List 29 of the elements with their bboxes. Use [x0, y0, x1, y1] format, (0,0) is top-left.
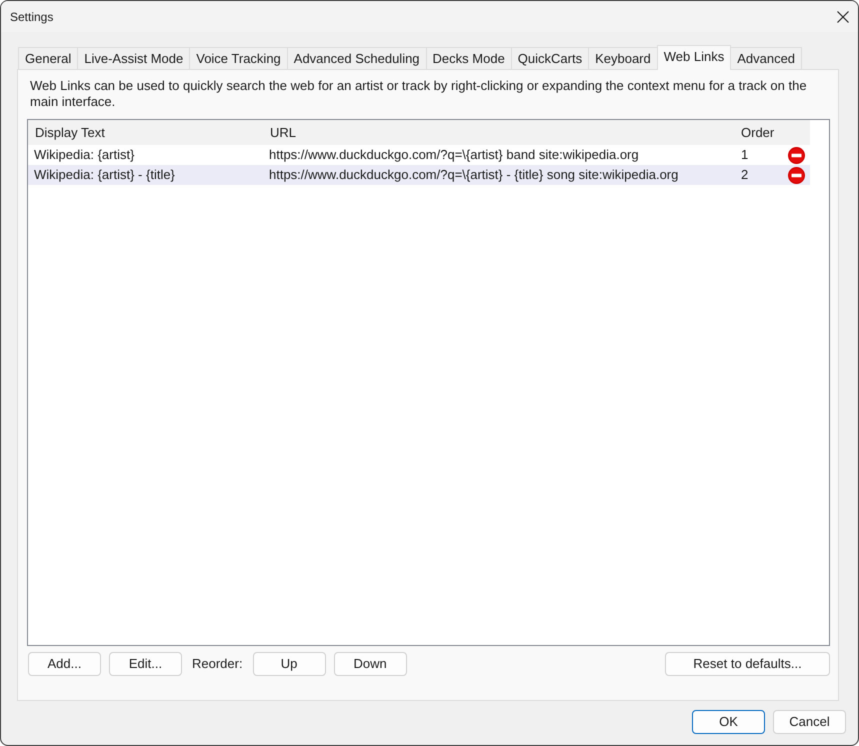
table-cell-text: https://www.duckduckgo.com/?q=\{artist} band site:wikipedia.org: [268, 146, 640, 164]
tab[interactable]: Web Links: [656, 45, 732, 70]
dialog-button[interactable]: Cancel: [773, 710, 846, 734]
column-header[interactable]: Display Text: [28, 122, 263, 142]
table-cell-text: Wikipedia: {artist}: [33, 146, 136, 164]
table-cell-text: https://www.duckduckgo.com/?q=\{artist} - {title} song site:wikipedia.org: [268, 166, 680, 184]
column-header[interactable]: Order: [734, 122, 778, 142]
table-cell-text: Wikipedia: {artist} - {title}: [33, 166, 176, 184]
reorder-label: Reorder:: [192, 655, 243, 674]
action-button[interactable]: Down: [334, 652, 407, 676]
table-cell-text: 2: [740, 166, 750, 184]
column-header[interactable]: URL: [263, 122, 734, 142]
tab[interactable]: Keyboard: [588, 47, 658, 69]
tab[interactable]: General: [18, 47, 78, 69]
minus-circle-icon[interactable]: [788, 166, 804, 184]
table-row[interactable]: Wikipedia: {artist} - {title} https://www.duckduckgo.com/?q=\{artist} - {title} song site:wikipedia.org 2: [28, 165, 810, 185]
tab[interactable]: Advanced: [730, 47, 802, 69]
action-button[interactable]: Edit...: [109, 652, 182, 676]
reset-button[interactable]: Reset to defaults...: [665, 652, 830, 676]
tab[interactable]: Voice Tracking: [189, 47, 288, 69]
tab[interactable]: Advanced Scheduling: [286, 47, 427, 69]
table-cell-text: 1: [740, 146, 750, 164]
window-title: Settings: [10, 8, 54, 26]
action-button[interactable]: Up: [252, 652, 326, 676]
minus-circle-icon[interactable]: [788, 146, 804, 164]
dialog-button[interactable]: OK: [692, 710, 765, 734]
close-icon[interactable]: [837, 10, 849, 22]
description-text: Web Links can be used to quickly search the web for an artist or track by right-clicking or expanding the context menu for a track on the main interface.: [29, 77, 808, 110]
action-button[interactable]: Add...: [28, 652, 101, 676]
